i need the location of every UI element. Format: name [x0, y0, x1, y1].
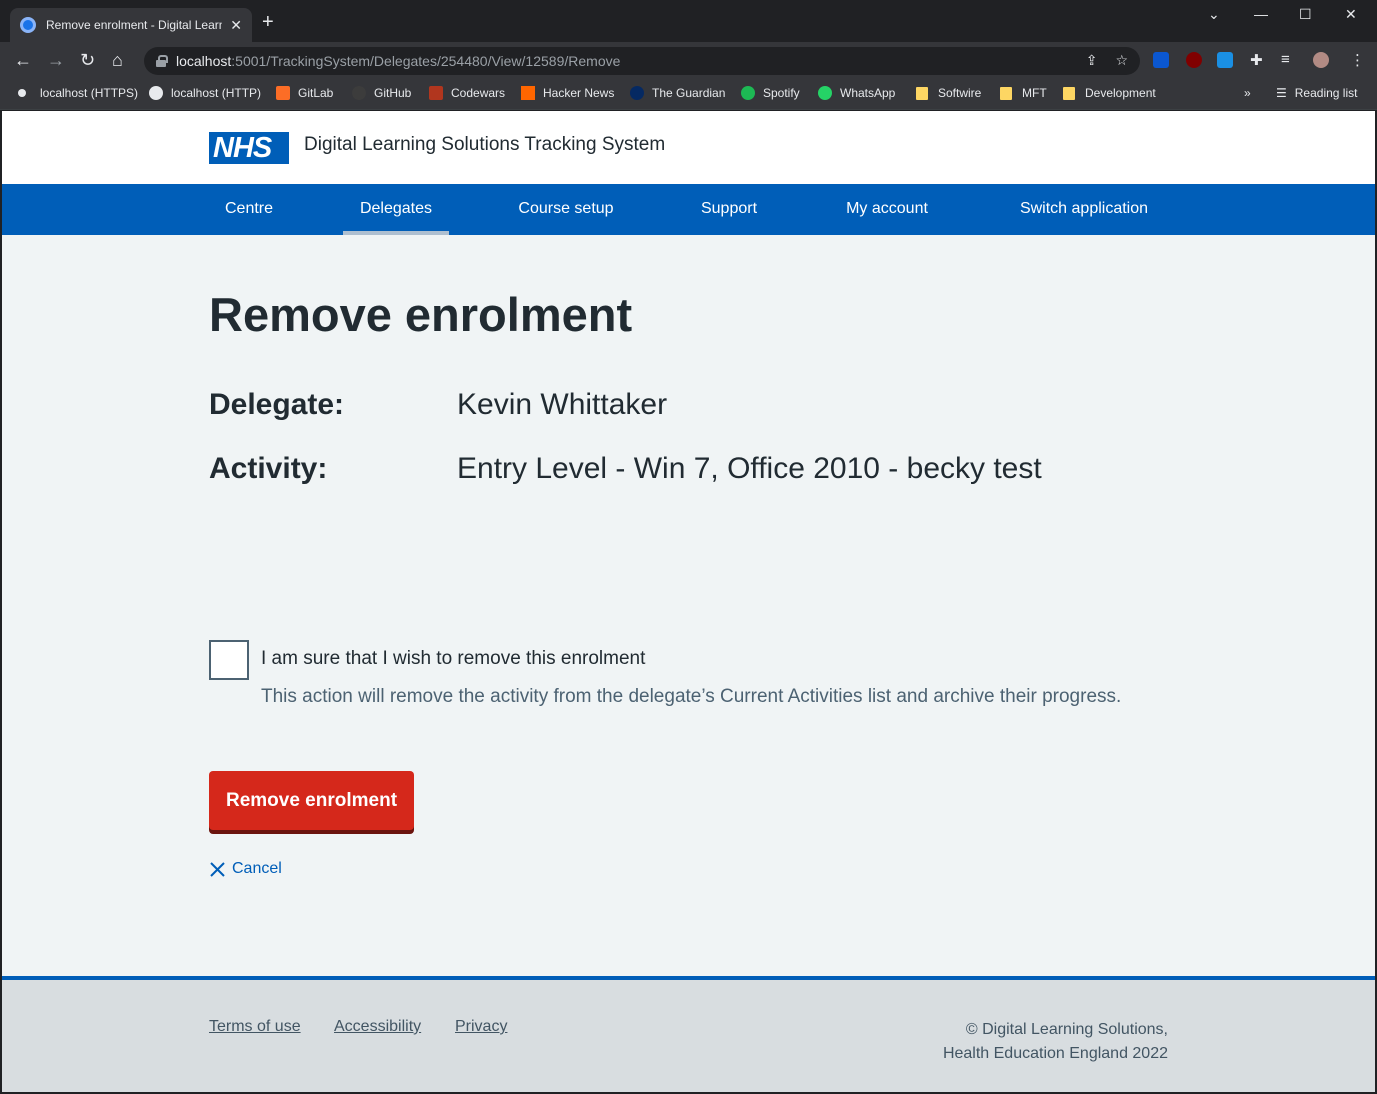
- bookmarks-bar: localhost (HTTPS) localhost (HTTP) GitLa…: [0, 80, 1377, 110]
- bookmark-localhost-http[interactable]: localhost (HTTP): [149, 86, 261, 100]
- bookmark-folder-development[interactable]: Development: [1063, 86, 1156, 100]
- page-title: Remove enrolment: [209, 288, 633, 341]
- bookmark-gitlab[interactable]: GitLab: [276, 86, 333, 100]
- primary-navigation: Centre Delegates Course setup Support My…: [2, 184, 1375, 235]
- bookmark-folder-softwire[interactable]: Softwire: [916, 86, 981, 100]
- confirm-checkbox[interactable]: [209, 640, 249, 680]
- bookmark-hacker-news[interactable]: Hacker News: [521, 86, 614, 100]
- spotify-icon: [741, 86, 755, 100]
- page-viewport: NHS Digital Learning Solutions Tracking …: [2, 111, 1375, 1092]
- window-close-icon[interactable]: ✕: [1345, 6, 1357, 23]
- bookmark-codewars[interactable]: Codewars: [429, 86, 505, 100]
- globe-icon: [149, 86, 163, 100]
- nav-item-centre[interactable]: Centre: [209, 184, 289, 235]
- address-bar[interactable]: localhost:5001/TrackingSystem/Delegates/…: [144, 47, 1140, 75]
- bookmark-folder-mft[interactable]: MFT: [1000, 86, 1047, 100]
- confirm-checkbox-label[interactable]: I am sure that I wish to remove this enr…: [261, 648, 645, 670]
- browser-toolbar: ← → ↻ ⌂ localhost:5001/TrackingSystem/De…: [0, 42, 1377, 80]
- s-extension-icon[interactable]: [1217, 52, 1233, 68]
- ublock-extension-icon[interactable]: [1186, 52, 1202, 68]
- reading-list-button[interactable]: ☰ Reading list: [1276, 86, 1357, 100]
- url-path: :5001/TrackingSystem/Delegates/254480/Vi…: [231, 53, 621, 69]
- cancel-link[interactable]: Cancel: [209, 860, 282, 878]
- delegate-name: Kevin Whittaker: [457, 388, 668, 421]
- service-name[interactable]: Digital Learning Solutions Tracking Syst…: [304, 134, 665, 156]
- footer-link-privacy[interactable]: Privacy: [455, 1018, 507, 1036]
- whatsapp-icon: [818, 86, 832, 100]
- nav-item-switch-application[interactable]: Switch application: [998, 184, 1170, 235]
- bookmark-star-icon[interactable]: ☆: [1115, 52, 1128, 69]
- codewars-icon: [429, 86, 443, 100]
- minimize-icon[interactable]: —: [1254, 6, 1268, 22]
- nav-item-support[interactable]: Support: [682, 184, 776, 235]
- nav-item-my-account[interactable]: My account: [828, 184, 946, 235]
- browser-tab[interactable]: Remove enrolment - Digital Learn ✕: [10, 8, 252, 42]
- bookmark-icon: [18, 89, 26, 97]
- folder-icon: [1063, 86, 1075, 100]
- remove-enrolment-button[interactable]: Remove enrolment: [209, 771, 414, 830]
- activity-name: Entry Level - Win 7, Office 2010 - becky…: [457, 452, 1042, 485]
- nhs-logo[interactable]: NHS: [209, 132, 289, 164]
- copyright-line-1: © Digital Learning Solutions,: [965, 1021, 1168, 1038]
- maximize-icon[interactable]: ☐: [1299, 6, 1312, 23]
- github-icon: [352, 86, 366, 100]
- folder-icon: [916, 86, 928, 100]
- tab-search-icon[interactable]: ⌄: [1208, 6, 1220, 23]
- footer-link-terms[interactable]: Terms of use: [209, 1018, 301, 1036]
- copyright-line-2: Health Education England 2022: [942, 1045, 1168, 1062]
- close-icon: [210, 861, 225, 877]
- close-tab-icon[interactable]: ✕: [230, 17, 242, 34]
- url-host: localhost: [176, 53, 232, 69]
- cancel-label: Cancel: [232, 860, 282, 877]
- reload-icon[interactable]: ↻: [80, 50, 95, 70]
- back-icon[interactable]: ←: [14, 50, 32, 70]
- favicon-icon: [20, 17, 36, 33]
- site-header: NHS Digital Learning Solutions Tracking …: [2, 111, 1375, 184]
- nav-item-course-setup[interactable]: Course setup: [502, 184, 630, 235]
- site-footer: Terms of use Accessibility Privacy © Dig…: [2, 976, 1375, 1092]
- forward-icon[interactable]: →: [47, 50, 65, 70]
- bitwarden-extension-icon[interactable]: [1153, 52, 1169, 68]
- browser-tabstrip: Remove enrolment - Digital Learn ✕ + ⌄ —…: [0, 0, 1377, 42]
- home-icon[interactable]: ⌂: [112, 50, 123, 70]
- profile-avatar[interactable]: [1313, 52, 1329, 68]
- delegate-label: Delegate:: [209, 388, 345, 421]
- bookmark-github[interactable]: GitHub: [352, 86, 411, 100]
- reading-list-icon: ☰: [1276, 86, 1287, 100]
- share-icon[interactable]: ⇪: [1086, 52, 1098, 69]
- main-content: Remove enrolment Delegate: Kevin Whittak…: [2, 235, 1375, 976]
- guardian-icon: [630, 86, 644, 100]
- media-control-icon[interactable]: ≡: [1281, 51, 1290, 68]
- activity-label: Activity:: [209, 452, 328, 485]
- hacker-news-icon: [521, 86, 535, 100]
- lock-icon: [156, 55, 168, 67]
- confirm-checkbox-hint: This action will remove the activity fro…: [261, 686, 1122, 707]
- copyright: © Digital Learning Solutions, Health Edu…: [943, 1018, 1168, 1066]
- menu-icon[interactable]: ⋮: [1350, 51, 1365, 69]
- tab-title: Remove enrolment - Digital Learn: [46, 18, 222, 32]
- bookmark-the-guardian[interactable]: The Guardian: [630, 86, 725, 100]
- nav-item-delegates[interactable]: Delegates: [343, 184, 449, 235]
- bookmark-spotify[interactable]: Spotify: [741, 86, 800, 100]
- bookmark-whatsapp[interactable]: WhatsApp: [818, 86, 895, 100]
- bookmarks-overflow-icon[interactable]: »: [1244, 86, 1251, 100]
- gitlab-icon: [276, 86, 290, 100]
- footer-link-accessibility[interactable]: Accessibility: [334, 1018, 421, 1036]
- extensions-icon[interactable]: ✚: [1250, 51, 1263, 69]
- bookmark-localhost-https[interactable]: localhost (HTTPS): [18, 86, 138, 100]
- folder-icon: [1000, 86, 1012, 100]
- new-tab-icon[interactable]: +: [262, 12, 274, 32]
